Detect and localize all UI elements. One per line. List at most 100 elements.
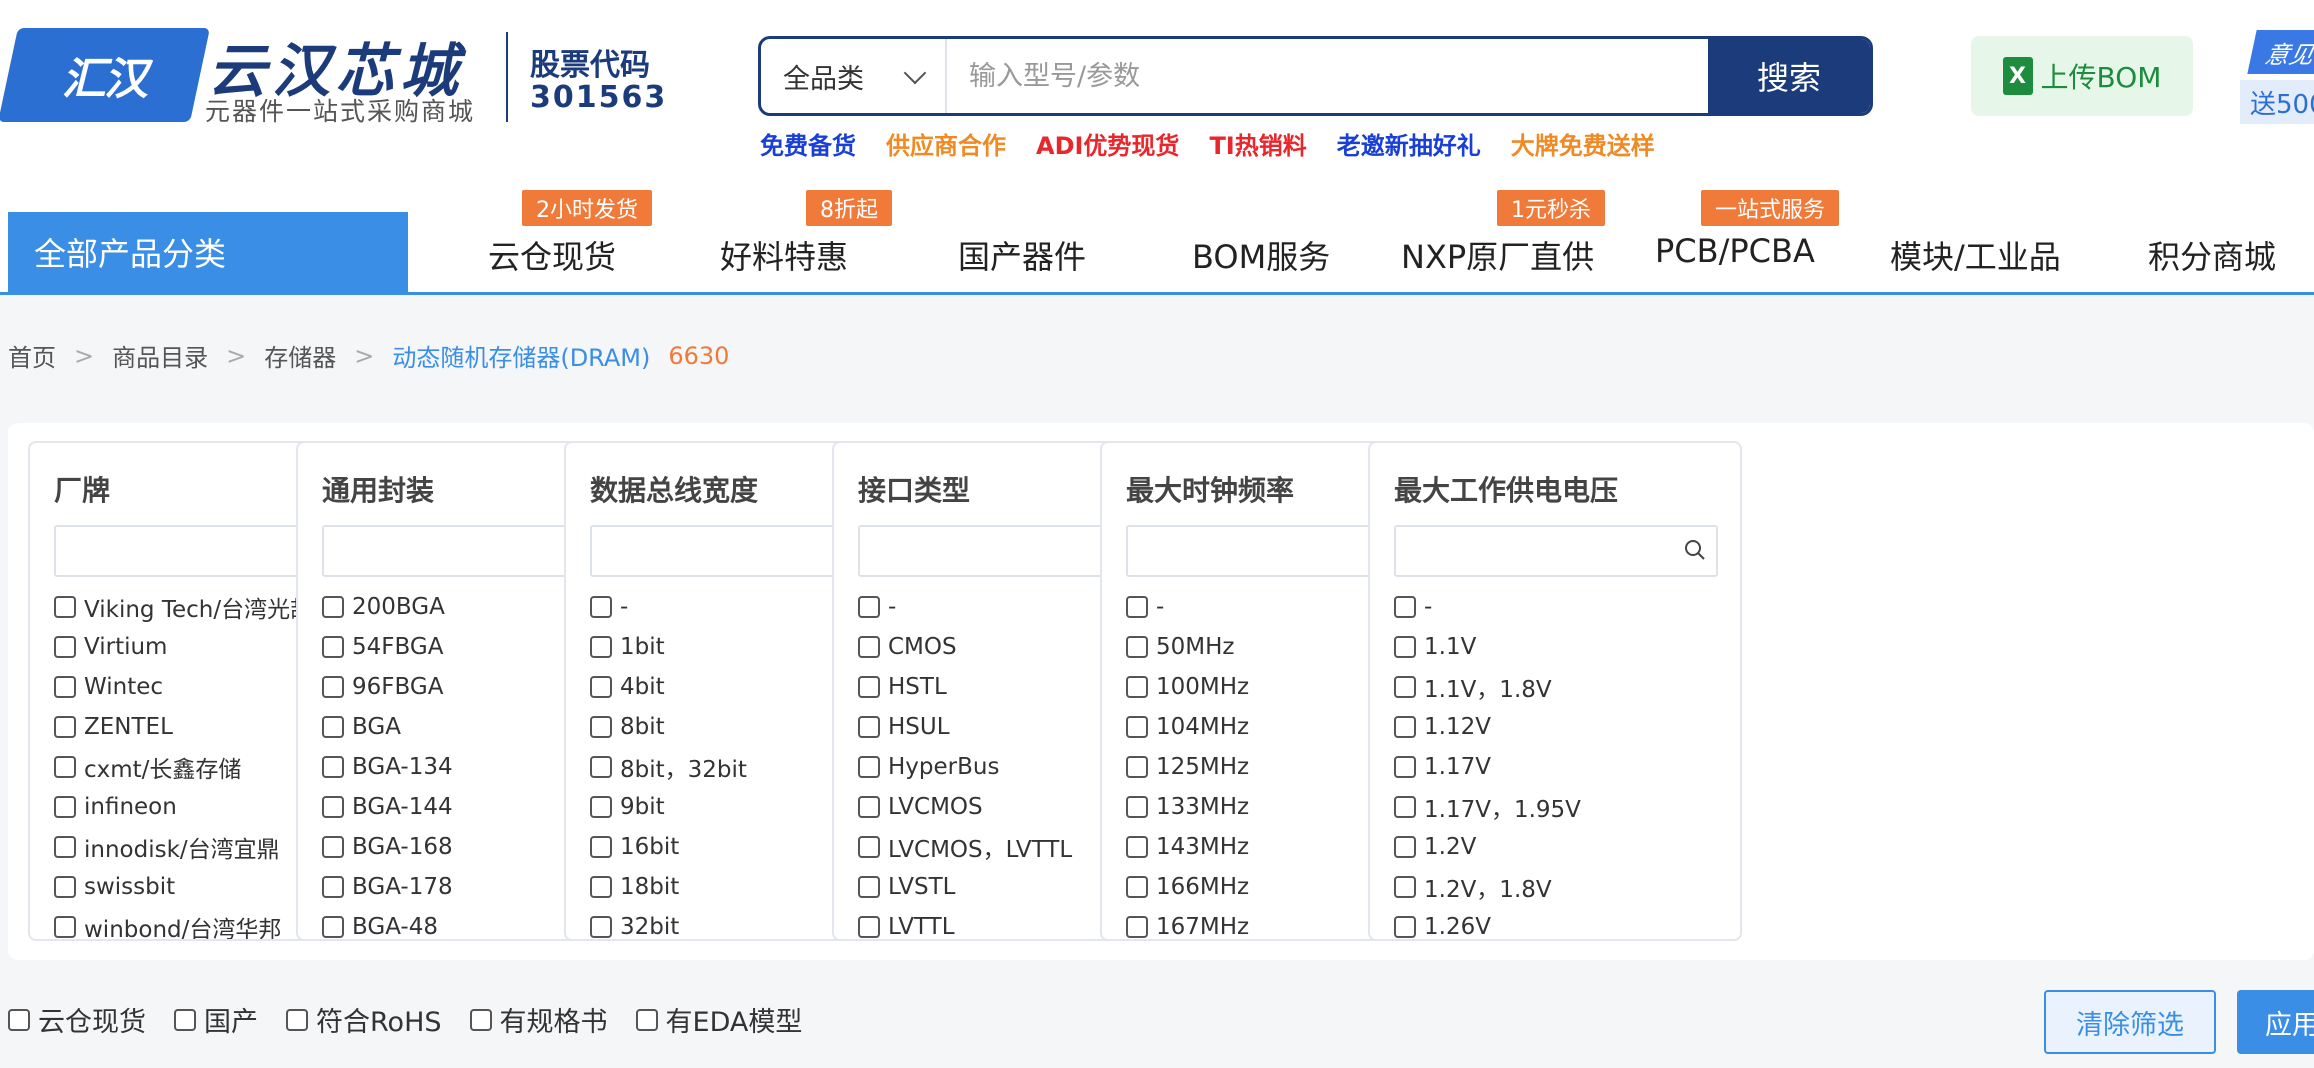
checkbox[interactable] bbox=[54, 876, 76, 898]
filter-search-input[interactable] bbox=[1394, 525, 1718, 577]
nav-item[interactable]: 好料特惠 8折起 bbox=[720, 190, 892, 278]
checkbox[interactable] bbox=[858, 636, 880, 658]
checkbox[interactable] bbox=[1126, 836, 1148, 858]
upload-bom-button[interactable]: X 上传BOM bbox=[1971, 36, 2193, 116]
checkbox[interactable] bbox=[174, 1008, 196, 1031]
checkbox[interactable] bbox=[1394, 876, 1416, 898]
nav-item[interactable]: 云仓现货 2小时发货 bbox=[488, 190, 652, 278]
checkbox[interactable] bbox=[590, 596, 612, 618]
checkbox[interactable] bbox=[858, 596, 880, 618]
logo-badge[interactable]: 汇汉 bbox=[0, 28, 210, 122]
breadcrumb-link[interactable]: 存储器 bbox=[264, 338, 336, 373]
checkbox[interactable] bbox=[1394, 796, 1416, 818]
checkbox[interactable] bbox=[635, 1008, 658, 1031]
checkbox[interactable] bbox=[1126, 676, 1148, 698]
checkbox[interactable] bbox=[858, 876, 880, 898]
breadcrumb-link[interactable]: 首页 bbox=[8, 338, 56, 373]
checkbox[interactable] bbox=[1394, 836, 1416, 858]
filter-option[interactable]: 1.12V bbox=[1394, 707, 1740, 747]
checkbox[interactable] bbox=[1126, 636, 1148, 658]
checkbox[interactable] bbox=[1126, 796, 1148, 818]
checkbox[interactable] bbox=[54, 596, 76, 618]
checkbox[interactable] bbox=[286, 1008, 308, 1031]
checkbox[interactable] bbox=[858, 836, 880, 858]
checkbox[interactable] bbox=[322, 716, 344, 738]
checkbox[interactable] bbox=[54, 676, 76, 698]
search-category-select[interactable]: 全品类 bbox=[761, 39, 947, 113]
hotlink[interactable]: 免费备货 bbox=[760, 126, 856, 161]
breadcrumb-current[interactable]: 动态随机存储器(DRAM) bbox=[392, 338, 650, 373]
filter-option[interactable]: 1.2V，1.8V bbox=[1394, 867, 1740, 907]
all-categories-button[interactable]: 全部产品分类 bbox=[8, 212, 408, 292]
quick-filter[interactable]: 符合RoHS bbox=[286, 1000, 442, 1039]
checkbox[interactable] bbox=[858, 916, 880, 938]
checkbox[interactable] bbox=[1394, 716, 1416, 738]
checkbox[interactable] bbox=[469, 1008, 492, 1031]
checkbox[interactable] bbox=[590, 676, 612, 698]
checkbox[interactable] bbox=[1126, 756, 1148, 778]
checkbox[interactable] bbox=[54, 916, 76, 938]
hotlink[interactable]: 老邀新抽好礼 bbox=[1337, 126, 1481, 161]
checkbox[interactable] bbox=[8, 1008, 30, 1031]
checkbox[interactable] bbox=[322, 676, 344, 698]
checkbox[interactable] bbox=[590, 916, 612, 938]
filter-option[interactable]: 1.17V，1.95V bbox=[1394, 787, 1740, 827]
checkbox[interactable] bbox=[1126, 596, 1148, 618]
checkbox[interactable] bbox=[322, 916, 344, 938]
hotlink[interactable]: 供应商合作 bbox=[886, 126, 1006, 161]
checkbox[interactable] bbox=[1394, 676, 1416, 698]
nav-item[interactable]: NXP原厂直供 1元秒杀 bbox=[1401, 190, 1605, 278]
feedback-tab[interactable]: 意见 bbox=[2247, 30, 2314, 74]
checkbox[interactable] bbox=[54, 796, 76, 818]
filter-option[interactable]: - bbox=[1394, 587, 1740, 627]
checkbox[interactable] bbox=[322, 796, 344, 818]
search-input[interactable] bbox=[949, 39, 1649, 113]
quick-filter[interactable]: 国产 bbox=[174, 1000, 258, 1039]
checkbox[interactable] bbox=[1126, 876, 1148, 898]
hotlink[interactable]: TI热销料 bbox=[1209, 126, 1306, 161]
quick-filter[interactable]: 有EDA模型 bbox=[635, 1000, 802, 1039]
checkbox[interactable] bbox=[590, 756, 612, 778]
checkbox[interactable] bbox=[1394, 756, 1416, 778]
nav-item[interactable]: PCB/PCBA 一站式服务 bbox=[1655, 190, 1840, 270]
checkbox[interactable] bbox=[54, 716, 76, 738]
filter-option[interactable]: 1.1V bbox=[1394, 627, 1740, 667]
hotlink[interactable]: 大牌免费送样 bbox=[1511, 126, 1655, 161]
checkbox[interactable] bbox=[858, 756, 880, 778]
checkbox[interactable] bbox=[590, 716, 612, 738]
checkbox[interactable] bbox=[858, 676, 880, 698]
quick-filter[interactable]: 有规格书 bbox=[469, 1000, 608, 1039]
filter-option[interactable]: 1.1V，1.8V bbox=[1394, 667, 1740, 707]
checkbox[interactable] bbox=[322, 876, 344, 898]
checkbox[interactable] bbox=[322, 636, 344, 658]
breadcrumb-link[interactable]: 商品目录 bbox=[112, 338, 208, 373]
feedback-promo[interactable]: 送500 bbox=[2240, 80, 2314, 124]
checkbox[interactable] bbox=[1394, 596, 1416, 618]
checkbox[interactable] bbox=[1126, 716, 1148, 738]
checkbox[interactable] bbox=[1394, 636, 1416, 658]
checkbox[interactable] bbox=[858, 716, 880, 738]
nav-item[interactable]: 模块/工业品 bbox=[1890, 232, 2061, 278]
checkbox[interactable] bbox=[54, 636, 76, 658]
apply-filters-button[interactable]: 应用 bbox=[2237, 990, 2314, 1054]
nav-item[interactable]: 国产器件 bbox=[958, 232, 1086, 278]
filter-option[interactable]: 1.26V bbox=[1394, 907, 1740, 939]
checkbox[interactable] bbox=[54, 756, 76, 778]
checkbox[interactable] bbox=[322, 836, 344, 858]
checkbox[interactable] bbox=[590, 836, 612, 858]
hotlink[interactable]: ADI优势现货 bbox=[1036, 126, 1179, 161]
search-button[interactable]: 搜索 bbox=[1708, 39, 1870, 113]
checkbox[interactable] bbox=[590, 876, 612, 898]
checkbox[interactable] bbox=[1394, 916, 1416, 938]
checkbox[interactable] bbox=[54, 836, 76, 858]
nav-item[interactable]: 积分商城 bbox=[2148, 232, 2276, 278]
checkbox[interactable] bbox=[322, 756, 344, 778]
filter-option[interactable]: 1.17V bbox=[1394, 747, 1740, 787]
checkbox[interactable] bbox=[1126, 916, 1148, 938]
checkbox[interactable] bbox=[322, 596, 344, 618]
filter-option[interactable]: 1.2V bbox=[1394, 827, 1740, 867]
quick-filter[interactable]: 云仓现货 bbox=[8, 1000, 146, 1039]
nav-item[interactable]: BOM服务 bbox=[1192, 232, 1330, 278]
checkbox[interactable] bbox=[590, 636, 612, 658]
checkbox[interactable] bbox=[590, 796, 612, 818]
